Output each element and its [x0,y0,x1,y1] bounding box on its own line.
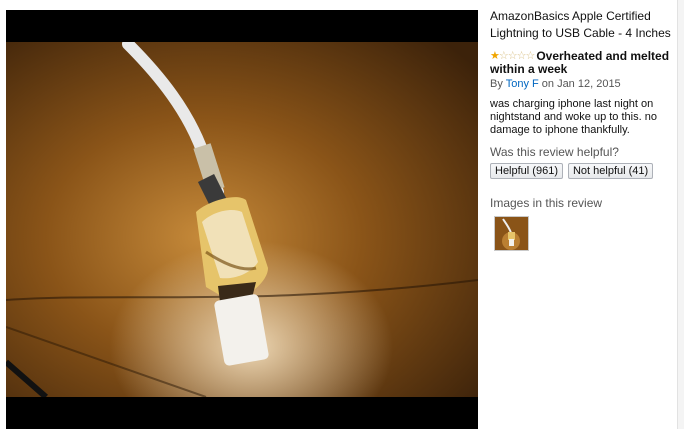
review-photo [6,42,478,397]
helpful-button[interactable]: Helpful (961) [490,163,563,179]
byline-prefix: By [490,78,506,90]
review-panel: AmazonBasics Apple Certified Lightning t… [490,8,684,251]
image-viewer [6,10,478,429]
review-body: was charging iphone last night on nights… [490,98,657,136]
review-image-thumbnail[interactable] [494,216,529,251]
author-link[interactable]: Tony F [506,78,539,90]
product-title[interactable]: AmazonBasics Apple Certified Lightning t… [490,8,684,42]
review-byline: By Tony F on Jan 12, 2015 [490,78,684,90]
review-headline-row: ★☆☆☆☆ Overheated and melted within a week [490,50,684,76]
images-heading: Images in this review [490,196,603,210]
scrollbar[interactable] [677,0,684,429]
helpful-question: Was this review helpful? [490,145,619,159]
vote-buttons: Helpful (961) Not helpful (41) [490,163,684,179]
not-helpful-button[interactable]: Not helpful (41) [567,163,654,179]
review-date: on Jan 12, 2015 [538,78,621,90]
